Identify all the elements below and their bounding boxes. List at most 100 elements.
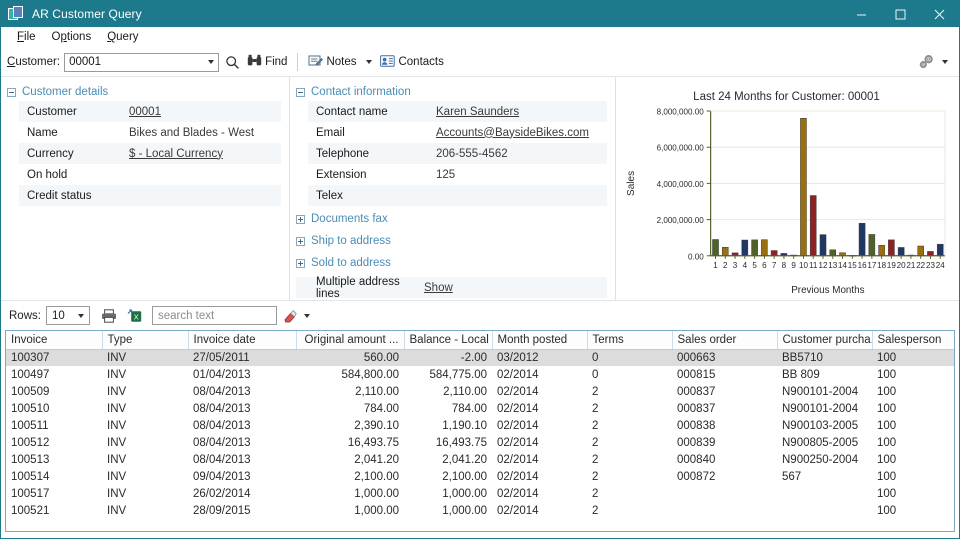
column-header-balance_local[interactable]: Balance - Local xyxy=(404,331,493,350)
cell-sales_order: 000839 xyxy=(677,436,716,449)
customer-input[interactable] xyxy=(65,53,204,71)
menu-query[interactable]: Query xyxy=(99,28,146,47)
column-header-invoice_date[interactable]: Invoice date xyxy=(188,331,297,350)
grid-search-input[interactable] xyxy=(152,307,276,324)
search-icon[interactable] xyxy=(221,51,243,73)
svg-text:X: X xyxy=(134,312,139,321)
field-row-telephone: Telephone 206-555-4562 xyxy=(308,143,607,164)
invoices-grid[interactable]: Invoice Type Invoice date Original amount .… xyxy=(5,330,955,532)
cell-sales_order: 000837 xyxy=(677,402,716,415)
grid-toolbar: Rows: 10 X xyxy=(1,300,959,330)
cell-sales_order: 000872 xyxy=(677,470,716,483)
documents-fax-header[interactable]: Documents fax xyxy=(290,210,615,228)
find-button[interactable]: Find xyxy=(243,51,291,73)
column-header-invoice[interactable]: Invoice xyxy=(6,331,103,350)
customer-details-header[interactable]: Customer details xyxy=(1,83,289,101)
field-value-customer[interactable]: 00001 xyxy=(129,106,281,118)
cell-invoice: 100307 xyxy=(6,349,102,366)
field-row-on-hold: On hold xyxy=(19,164,281,185)
expand-icon[interactable] xyxy=(296,236,305,246)
grid-search-box[interactable] xyxy=(151,306,277,325)
column-header-month_posted[interactable]: Month posted xyxy=(492,331,588,350)
cell-invoice: 100517 xyxy=(11,487,50,500)
ar-customer-query-window: AR Customer Query File Options Query Cus… xyxy=(0,0,960,539)
table-row[interactable]: 100512 INV 08/04/2013 16,493.75 16,493.75 02/… xyxy=(6,434,954,451)
window-titlebar: AR Customer Query xyxy=(1,1,959,27)
notes-button[interactable]: Notes xyxy=(304,51,360,73)
chart-ylabel: Sales xyxy=(626,171,637,196)
minimize-icon xyxy=(857,14,866,15)
customer-details-title: Customer details xyxy=(22,86,109,98)
notes-dropdown-button[interactable] xyxy=(362,51,376,73)
y-tick-label: 2,000,000.00 xyxy=(657,216,705,225)
field-row-name: Name Bikes and Blades - West xyxy=(19,122,281,143)
expand-icon[interactable] xyxy=(296,214,305,224)
table-row[interactable]: 100514 INV 09/04/2013 2,100.00 2,100.00 02/20… xyxy=(6,468,954,485)
contact-information-header[interactable]: Contact information xyxy=(290,83,615,101)
column-header-terms[interactable]: Terms xyxy=(587,331,673,350)
cell-original_amount: 1,000.00 xyxy=(354,487,399,500)
minimize-button[interactable] xyxy=(842,1,881,27)
chevron-down-icon[interactable] xyxy=(74,313,89,318)
cell-month_posted: 02/2014 xyxy=(497,419,539,432)
chart-bar xyxy=(751,239,758,257)
cell-sales_order: 000840 xyxy=(677,453,716,466)
chart-bar xyxy=(770,250,778,257)
field-row-credit-status: Credit status xyxy=(19,185,281,206)
ship-to-address-header[interactable]: Ship to address xyxy=(290,232,615,250)
field-value-contact-name[interactable]: Karen Saunders xyxy=(436,106,607,118)
eraser-icon[interactable] xyxy=(279,305,301,327)
chart-bar xyxy=(888,239,895,257)
cell-customer_purchase: N900250-2004 xyxy=(782,453,859,466)
table-row[interactable]: 100513 INV 08/04/2013 2,041.20 2,041.20 02/20… xyxy=(6,451,954,468)
table-row[interactable]: 100510 INV 08/04/2013 784.00 784.00 02/2014 2 0… xyxy=(6,400,954,417)
table-row[interactable]: 100497 INV 01/04/2013 584,800.00 584,775.00 0… xyxy=(6,366,954,383)
x-tick-label: 20 xyxy=(897,261,906,270)
close-button[interactable] xyxy=(920,1,959,27)
column-header-sales_order[interactable]: Sales order xyxy=(672,331,778,350)
menu-file[interactable]: File xyxy=(9,28,44,47)
expand-icon[interactable] xyxy=(296,258,305,268)
table-row[interactable]: 100511 INV 08/04/2013 2,390.10 1,190.10 02/20… xyxy=(6,417,954,434)
menu-options[interactable]: Options xyxy=(44,28,100,47)
table-row[interactable]: 100521 INV 28/09/2015 1,000.00 1,000.00 02/20… xyxy=(6,502,954,519)
table-row[interactable]: 100307 INV 27/05/2011 560.00 -2.00 03/2012 0 00… xyxy=(6,349,954,366)
field-row-email: Email Accounts@BaysideBikes.com xyxy=(308,122,607,143)
main-toolbar: Customer: Find Notes Contacts xyxy=(1,48,959,76)
chevron-down-icon[interactable] xyxy=(203,54,218,71)
cell-balance_local: 16,493.75 xyxy=(435,436,487,449)
cell-invoice_date: 27/05/2011 xyxy=(188,349,296,366)
settings-dropdown-button[interactable] xyxy=(939,51,951,73)
eraser-dropdown-button[interactable] xyxy=(301,305,314,327)
x-tick-label: 23 xyxy=(926,261,935,270)
sold-to-address-header[interactable]: Sold to address xyxy=(290,254,615,272)
show-address-lines-link[interactable]: Show xyxy=(424,282,607,294)
field-value-email[interactable]: Accounts@BaysideBikes.com xyxy=(436,127,607,139)
column-header-original_amount[interactable]: Original amount ... xyxy=(296,331,405,350)
excel-export-icon[interactable]: X xyxy=(124,305,146,327)
cell-sales_order xyxy=(672,485,777,502)
customer-combo[interactable] xyxy=(64,52,220,72)
cell-type: INV xyxy=(107,436,127,449)
cell-balance_local: 2,100.00 xyxy=(442,470,487,483)
chart-bar xyxy=(868,234,876,257)
contacts-button[interactable]: Contacts xyxy=(376,51,447,73)
table-row[interactable]: 100509 INV 08/04/2013 2,110.00 2,110.00 02/20… xyxy=(6,383,954,400)
printer-icon[interactable] xyxy=(98,305,120,327)
table-row[interactable]: 100517 INV 26/02/2014 1,000.00 1,000.00 02/20… xyxy=(6,485,954,502)
rows-select[interactable]: 10 xyxy=(45,306,90,325)
column-header-salesperson[interactable]: Salesperson xyxy=(872,331,954,350)
column-header-customer_purchase[interactable]: Customer purcha... xyxy=(777,331,873,350)
collapse-icon[interactable] xyxy=(296,87,305,97)
cell-balance_local: 584,775.00 xyxy=(429,368,487,381)
toolbar-right-group xyxy=(913,48,951,76)
cell-salesperson: 100 xyxy=(877,453,897,466)
field-label-extension: Extension xyxy=(316,168,367,181)
sold-to-address-title: Sold to address xyxy=(311,257,391,269)
collapse-icon[interactable] xyxy=(7,87,16,97)
cell-invoice: 100512 xyxy=(11,436,50,449)
field-value-currency[interactable]: $ - Local Currency xyxy=(129,148,281,160)
column-header-type[interactable]: Type xyxy=(102,331,189,350)
maximize-button[interactable] xyxy=(881,1,920,27)
gears-icon[interactable] xyxy=(915,51,937,73)
